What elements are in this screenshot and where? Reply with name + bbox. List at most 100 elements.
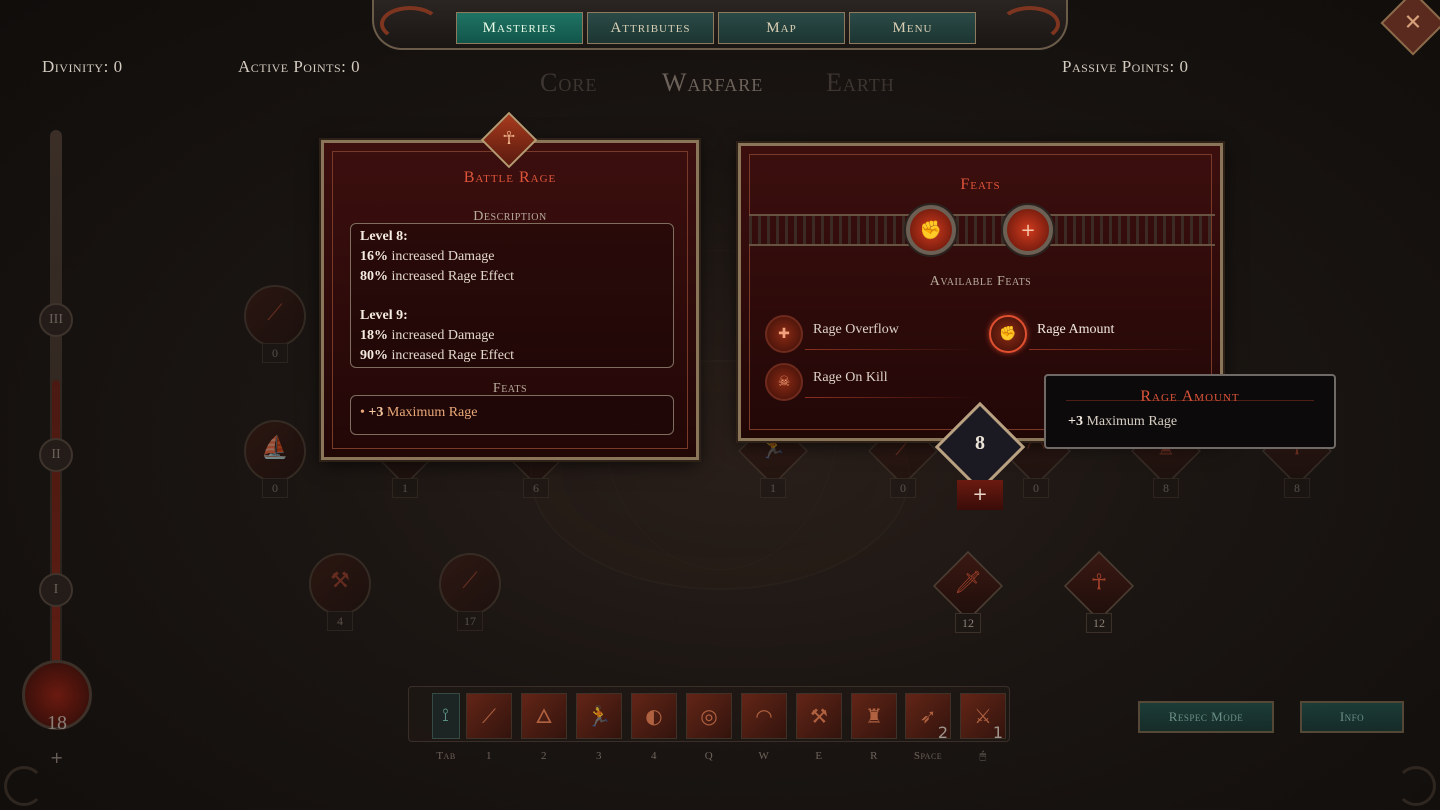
feat-underline xyxy=(1029,349,1201,350)
mastery-level-plus[interactable]: + xyxy=(50,748,63,767)
warrior-icon: ☥ xyxy=(1090,570,1108,596)
feat-rage-amount[interactable]: ✊ Rage Amount xyxy=(989,312,1201,356)
tab-masteries[interactable]: Masteries xyxy=(456,12,583,44)
hotbar-slot-1[interactable]: ⟋ xyxy=(466,693,512,739)
hotbar-slot-q[interactable]: ◎ xyxy=(686,693,732,739)
close-icon: ✕ xyxy=(1403,10,1423,36)
level-8-title: Level 8: xyxy=(360,229,408,244)
skill-detail-panel: Battle Rage Description Level 8: 16% inc… xyxy=(321,140,699,460)
mouse-icon: 🖱 xyxy=(979,750,987,762)
skill-node-count: 1 xyxy=(760,478,786,498)
warrior-icon: ☥ xyxy=(502,128,516,149)
subtab-core[interactable]: Core xyxy=(540,68,597,98)
whirl-icon: ◎ xyxy=(700,704,718,728)
key-label-space: Space xyxy=(913,750,943,762)
tooltip-value: +3 xyxy=(1068,414,1083,429)
skill-node-count: 6 xyxy=(523,478,549,498)
hotbar-slot-w[interactable]: ◠ xyxy=(741,693,787,739)
skill-crest: ☥ xyxy=(477,111,541,169)
available-feats-title: Available Feats xyxy=(929,274,1032,289)
skill-node[interactable]: ☥ 12 xyxy=(1063,550,1135,633)
feat-value: +3 xyxy=(368,405,384,420)
hotbar-slot-4[interactable]: ◐ xyxy=(631,693,677,739)
skill-node[interactable]: ⚒ 4 xyxy=(309,553,371,631)
top-navigation-bar: Masteries Attributes Map Menu xyxy=(372,0,1068,50)
key-label-4: 4 xyxy=(651,750,657,762)
level-9-title: Level 9: xyxy=(360,308,408,323)
skill-node[interactable]: ⟋ 0 xyxy=(244,285,306,363)
tab-map[interactable]: Map xyxy=(718,12,845,44)
skill-level-value: 8 xyxy=(975,432,985,454)
feat-slot-1[interactable]: ✊ xyxy=(906,205,956,255)
tooltip-text: Maximum Rage xyxy=(1082,414,1178,429)
skill-node[interactable]: ⟋ 17 xyxy=(439,553,501,631)
tab-menu[interactable]: Menu xyxy=(849,12,976,44)
level-8-block: Level 8: 16% increased Damage 80% increa… xyxy=(360,227,514,287)
rage-fist-icon: ✊ xyxy=(919,219,943,241)
skull-icon: ☠ xyxy=(765,363,803,401)
skill-node[interactable]: 🗡 12 xyxy=(932,550,1004,633)
hotbar-slot-tab[interactable]: ⟟ xyxy=(432,693,460,739)
key-label-w: W xyxy=(758,750,770,762)
level-9-block: Level 9: 18% increased Damage 90% increa… xyxy=(360,306,514,366)
tooltip-divider xyxy=(1066,400,1314,401)
passive-points-counter: Passive Points: 0 xyxy=(1062,57,1189,76)
feat-label: Rage Overflow xyxy=(813,322,899,337)
skill-node-count: 4 xyxy=(327,611,353,631)
rail-tier-3: III xyxy=(39,303,73,337)
slot-charge-count: 2 xyxy=(937,723,948,742)
spear-icon: ⟋ xyxy=(482,704,496,728)
key-label-q: Q xyxy=(704,750,714,762)
meander-border xyxy=(749,214,1215,246)
feat-label: Rage On Kill xyxy=(813,370,888,385)
level-8-damage-value: 16% xyxy=(360,249,388,264)
skill-node-count: 1 xyxy=(392,478,418,498)
level-9-damage-text: increased Damage xyxy=(388,328,495,343)
skill-node-count: 17 xyxy=(457,611,483,631)
feat-underline xyxy=(805,349,977,350)
hotbar-slot-mouse[interactable]: ⚔ 1 xyxy=(960,693,1006,742)
shield-bash-icon: ◐ xyxy=(645,704,663,728)
description-box: Level 8: 16% increased Damage 80% increa… xyxy=(350,223,674,368)
ornament-right-icon xyxy=(1000,6,1060,42)
subtab-warfare[interactable]: Warfare xyxy=(662,68,763,98)
feat-underline xyxy=(805,397,977,398)
info-button[interactable]: Info xyxy=(1300,701,1404,733)
ornament-left-icon xyxy=(380,6,440,42)
feat-rage-on-kill[interactable]: ☠ Rage On Kill xyxy=(765,360,977,404)
skill-node[interactable]: ⛵ 0 xyxy=(244,420,306,498)
axe-icon: ⚒ xyxy=(810,704,828,728)
hotbar-slot-2[interactable]: 🜂 xyxy=(521,693,567,739)
eagle-icon: 🜂 xyxy=(535,704,553,728)
skill-node-count: 8 xyxy=(1284,478,1310,498)
active-points-counter: Active Points: 0 xyxy=(238,57,361,76)
respec-mode-button[interactable]: Respec Mode xyxy=(1138,701,1274,733)
corner-ornament-icon xyxy=(1396,766,1436,806)
tab-slot-icon: ⟟ xyxy=(442,705,450,726)
skill-level-up-button[interactable]: + xyxy=(957,480,1003,510)
key-label-3: 3 xyxy=(596,750,602,762)
helmet-icon: ♜ xyxy=(865,704,883,728)
feat-text: Maximum Rage xyxy=(383,405,478,420)
key-label-e: E xyxy=(815,750,823,762)
subtab-earth[interactable]: Earth xyxy=(826,68,895,98)
skill-node-count: 0 xyxy=(262,478,288,498)
feat-rage-overflow[interactable]: ✚ Rage Overflow xyxy=(765,312,977,356)
key-label-1: 1 xyxy=(486,750,492,762)
hotbar-slot-r[interactable]: ♜ xyxy=(851,693,897,739)
level-9-damage-value: 18% xyxy=(360,328,388,343)
horn-icon: ◠ xyxy=(755,704,773,728)
rail-tier-2: II xyxy=(39,438,73,472)
rage-fist-icon: ✊ xyxy=(989,315,1027,353)
feat-slot-2[interactable]: + xyxy=(1003,205,1053,255)
tab-attributes[interactable]: Attributes xyxy=(587,12,714,44)
hotbar-slot-e[interactable]: ⚒ xyxy=(796,693,842,739)
rail-tier-1: I xyxy=(39,573,73,607)
mastery-progress-fill xyxy=(52,380,60,670)
top-nav-tabs: Masteries Attributes Map Menu xyxy=(456,12,976,44)
key-label-tab: Tab xyxy=(436,750,456,762)
close-button[interactable]: ✕ xyxy=(1380,0,1440,56)
feats-panel-title: Feats xyxy=(960,176,1001,193)
hotbar-slot-space[interactable]: ➶ 2 xyxy=(905,693,951,742)
hotbar-slot-3[interactable]: 🏃 xyxy=(576,693,622,739)
